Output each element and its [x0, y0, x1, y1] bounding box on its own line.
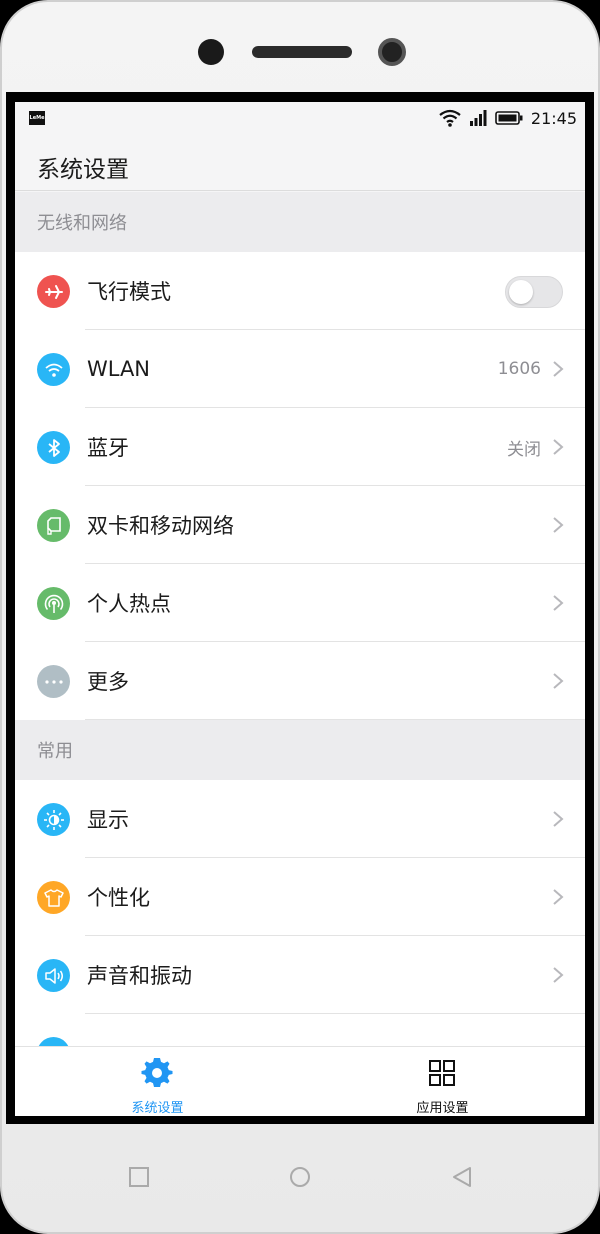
circle-icon[interactable]: [287, 1164, 313, 1190]
settings-row-personalization[interactable]: 个性化: [15, 858, 585, 936]
settings-row-more[interactable]: 更多: [15, 642, 585, 720]
row-label: 飞行模式: [87, 280, 171, 304]
row-label: WLAN: [87, 357, 151, 381]
settings-row-display[interactable]: 显示: [15, 780, 585, 858]
row-label: 双卡和移动网络: [87, 514, 234, 538]
bluetooth-icon: [37, 431, 70, 464]
row-label: 声音和振动: [87, 964, 192, 988]
brightness-icon: [37, 803, 70, 836]
front-camera: [378, 38, 406, 66]
settings-row-partial[interactable]: [15, 1014, 585, 1046]
square-icon[interactable]: [126, 1164, 152, 1190]
status-time: 21:45: [530, 108, 577, 128]
row-value: 关闭: [507, 439, 541, 460]
sim-card-icon: [37, 509, 70, 542]
section-header-common: 常用: [15, 720, 585, 780]
speaker-icon: [37, 959, 70, 992]
chevron-right-icon: [553, 595, 564, 611]
row-value: 1606: [497, 359, 541, 379]
chevron-right-icon: [553, 811, 564, 827]
title-bar: 系统设置: [15, 134, 585, 191]
signal-icon: [469, 110, 487, 126]
chevron-right-icon: [553, 361, 564, 377]
nav-label: 应用设置: [416, 1101, 469, 1116]
nav-label: 系统设置: [131, 1101, 184, 1116]
bottom-nav: 系统设置 应用设置: [15, 1046, 585, 1116]
partial-row-icon: [37, 1037, 70, 1046]
settings-row-sound[interactable]: 声音和振动: [15, 936, 585, 1014]
settings-row-bluetooth[interactable]: 蓝牙 关闭: [15, 408, 585, 486]
chevron-right-icon: [553, 889, 564, 905]
row-label: 个性化: [87, 886, 150, 910]
brand-logo: LeMe: [29, 111, 45, 125]
proximity-sensor: [198, 39, 224, 65]
settings-list[interactable]: 无线和网络 飞行模式 WLAN 1606 蓝牙 关闭 双卡和移动网络 个人热点 …: [15, 192, 585, 1046]
nav-tab-app-settings[interactable]: 应用设置: [300, 1047, 585, 1116]
row-label: 个人热点: [87, 592, 171, 616]
wifi-icon: [439, 109, 461, 127]
chevron-right-icon: [553, 439, 564, 455]
airplane-icon: [37, 275, 70, 308]
status-bar: LeMe 21:45: [15, 102, 585, 134]
more-icon: [37, 665, 70, 698]
settings-row-wlan[interactable]: WLAN 1606: [15, 330, 585, 408]
row-label: 蓝牙: [87, 436, 129, 460]
tshirt-icon: [37, 881, 70, 914]
chevron-right-icon: [553, 673, 564, 689]
airplane-mode-toggle[interactable]: [505, 276, 563, 308]
settings-row-hotspot[interactable]: 个人热点: [15, 564, 585, 642]
row-label: 显示: [87, 808, 129, 832]
page-title: 系统设置: [37, 157, 129, 183]
grid-icon: [429, 1060, 455, 1086]
chevron-right-icon: [553, 517, 564, 533]
section-header-wireless: 无线和网络: [15, 192, 585, 252]
wifi-icon: [37, 353, 70, 386]
settings-row-dual-sim[interactable]: 双卡和移动网络: [15, 486, 585, 564]
status-icons: 21:45: [439, 107, 577, 129]
nav-tab-system-settings[interactable]: 系统设置: [15, 1047, 300, 1116]
battery-icon: [495, 111, 523, 125]
gear-icon: [141, 1057, 173, 1088]
hardware-softkeys: [0, 1126, 600, 1226]
earpiece-speaker: [252, 46, 352, 58]
triangle-back-icon[interactable]: [450, 1164, 476, 1190]
toggle-knob: [509, 280, 533, 304]
screen: LeMe 21:45 系统设置 无线和网络 飞行模式 WLAN 1606 蓝牙 …: [15, 102, 585, 1116]
row-divider: [85, 719, 585, 720]
row-label: 更多: [87, 670, 129, 694]
settings-row-airplane-mode[interactable]: 飞行模式: [15, 252, 585, 330]
chevron-right-icon: [553, 967, 564, 983]
hotspot-icon: [37, 587, 70, 620]
